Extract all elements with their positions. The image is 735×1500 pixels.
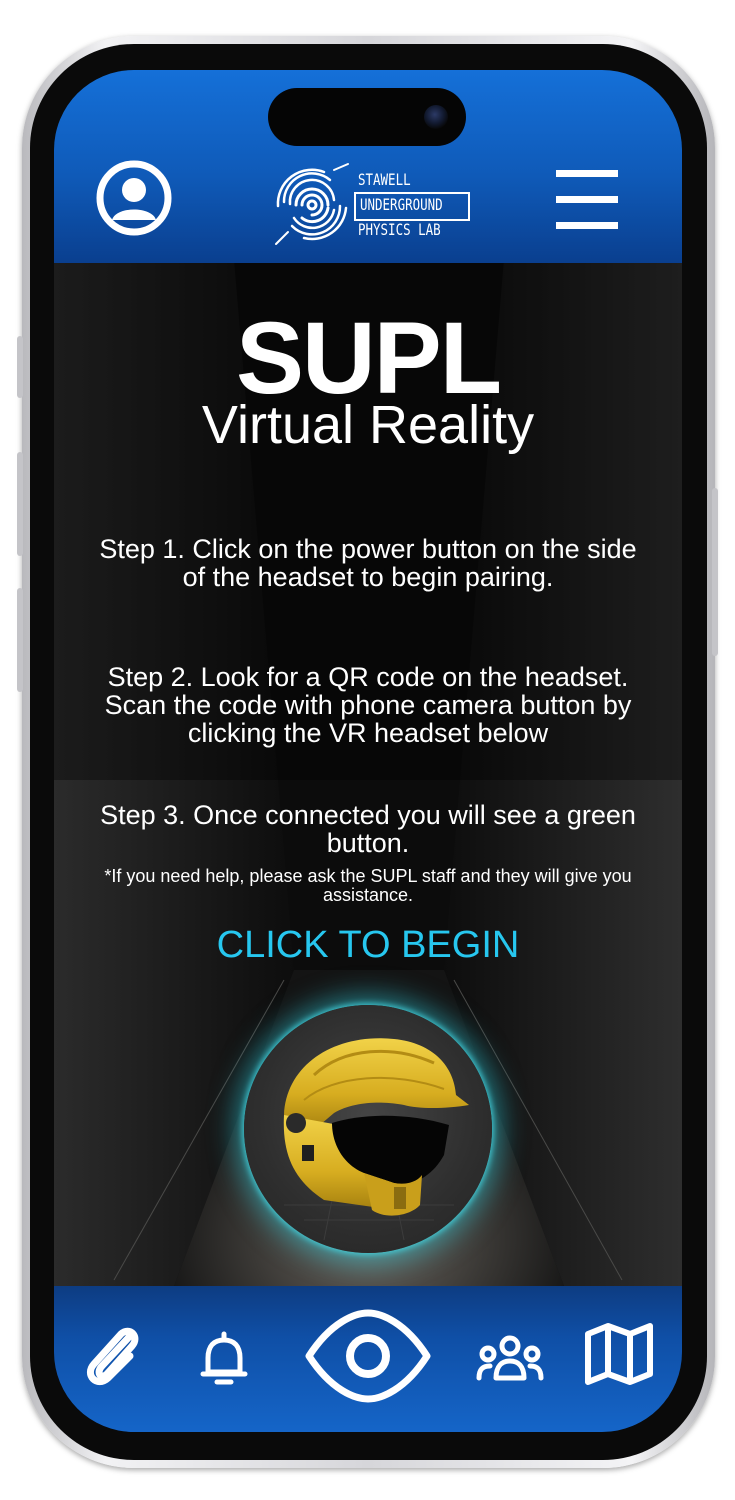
- logo-rings-icon: [275, 163, 349, 245]
- users-icon[interactable]: [476, 1334, 544, 1382]
- phone-action-button: [17, 336, 23, 398]
- step-2-text: Step 2. Look for a QR code on the headse…: [104, 662, 632, 748]
- bell-icon[interactable]: [200, 1330, 248, 1388]
- map-icon[interactable]: [584, 1322, 654, 1386]
- bottom-nav: [54, 1286, 682, 1432]
- dynamic-island: [268, 88, 466, 146]
- vr-headset-button[interactable]: [244, 1005, 492, 1253]
- click-to-begin-button[interactable]: CLICK TO BEGIN: [54, 923, 682, 967]
- step-3-text: Step 3. Once connected you will see a gr…: [100, 800, 636, 858]
- supl-logo: STAWELL UNDERGROUND PHYSICS LAB: [272, 160, 472, 250]
- phone-volume-down-button: [17, 588, 23, 692]
- phone-power-button: [712, 488, 718, 656]
- main-content: SUPL Virtual Reality Step 1. Click on th…: [54, 263, 682, 1283]
- vr-helmet-image: [283, 1038, 469, 1241]
- hamburger-menu-icon[interactable]: [554, 168, 620, 232]
- logo-line-3: PHYSICS LAB: [358, 220, 441, 239]
- eye-icon[interactable]: [303, 1308, 433, 1404]
- phone-volume-up-button: [17, 452, 23, 556]
- profile-icon[interactable]: [96, 160, 172, 236]
- logo-line-2: UNDERGROUND: [360, 195, 443, 214]
- paperclip-icon[interactable]: [80, 1322, 146, 1390]
- front-camera: [424, 105, 448, 129]
- help-note: *If you need help, please ask the SUPL s…: [104, 866, 632, 905]
- step-1-text: Step 1. Click on the power button on the…: [99, 534, 637, 592]
- app-header: STAWELL UNDERGROUND PHYSICS LAB: [54, 70, 682, 263]
- app-screen: STAWELL UNDERGROUND PHYSICS LAB SUPL Vir…: [54, 70, 682, 1432]
- logo-line-1: STAWELL: [358, 170, 411, 189]
- page-subtitle: Virtual Reality: [201, 395, 535, 455]
